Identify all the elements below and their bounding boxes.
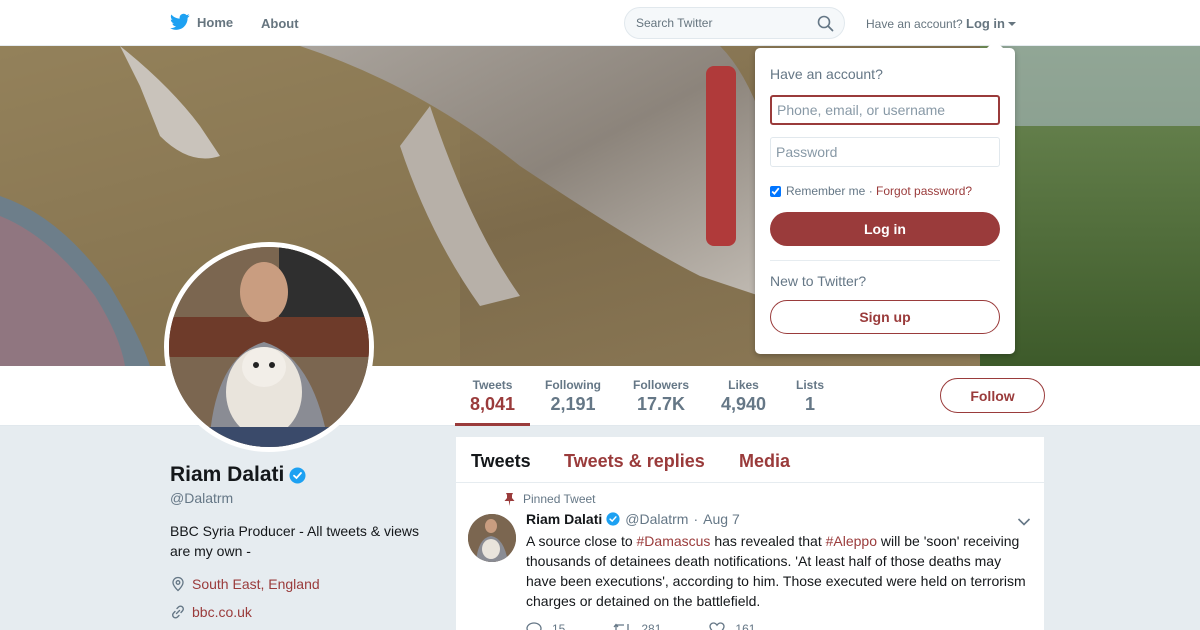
dropdown-arrow <box>987 40 1003 48</box>
nav-about-link[interactable]: About <box>261 16 299 31</box>
hashtag-link[interactable]: #Aleppo <box>826 533 877 549</box>
stat-value: 1 <box>805 394 816 414</box>
reply-count: 15 <box>552 622 566 630</box>
login-dropdown: Have an account? Remember me · Forgot pa… <box>755 40 1015 354</box>
verified-badge-icon <box>289 467 306 483</box>
profile-name-text: Riam Dalati <box>170 463 285 486</box>
signup-button[interactable]: Sign up <box>770 300 1000 334</box>
pin-icon <box>504 492 515 506</box>
search-box <box>624 7 845 39</box>
active-stat-underline <box>455 423 530 426</box>
top-navigation: Home About Have an account? Log in <box>0 0 1200 46</box>
stat-value: 17.7K <box>636 394 686 414</box>
retweet-button[interactable]: 281 <box>613 622 661 630</box>
like-button[interactable]: 161 <box>709 622 755 630</box>
tweet-avatar[interactable] <box>468 514 516 562</box>
search-icon[interactable] <box>817 15 834 32</box>
twitter-bird-icon <box>170 13 190 30</box>
stat-following[interactable]: Following 2,191 <box>545 378 601 415</box>
stat-value: 8,041 <box>470 394 516 414</box>
stat-tweets[interactable]: Tweets 8,041 <box>470 378 515 415</box>
profile-handle[interactable]: @Dalatrm <box>170 490 233 506</box>
tweet-text-part: A source close to <box>526 533 637 549</box>
verified-badge-icon <box>606 512 620 526</box>
new-to-twitter-text: New to Twitter? <box>770 273 867 289</box>
stat-label: Tweets <box>472 378 513 392</box>
stat-likes[interactable]: Likes 4,940 <box>721 378 766 415</box>
website-link[interactable]: bbc.co.uk <box>192 604 252 620</box>
dropdown-divider <box>770 260 1000 261</box>
profile-bio: BBC Syria Producer - All tweets & views … <box>170 523 419 559</box>
nav-home-link[interactable]: Home <box>170 13 233 31</box>
follow-button[interactable]: Follow <box>940 378 1045 413</box>
tab-tweets[interactable]: Tweets <box>471 451 531 472</box>
username-field[interactable] <box>770 95 1000 125</box>
tab-media[interactable]: Media <box>739 451 790 472</box>
stat-followers[interactable]: Followers 17.7K <box>633 378 689 415</box>
stat-value: 4,940 <box>721 394 767 414</box>
chevron-down-icon[interactable] <box>1017 517 1031 527</box>
timeline-tabs: Tweets Tweets & replies Media <box>456 437 1044 483</box>
location-pin-icon <box>172 576 184 592</box>
tweet-header: Riam Dalati @Dalatrm · Aug 7 <box>526 511 740 527</box>
location-text[interactable]: South East, England <box>192 576 320 592</box>
profile-avatar[interactable] <box>164 242 374 452</box>
tweet-text: A source close to #Damascus has revealed… <box>526 531 1032 611</box>
password-field[interactable] <box>770 137 1000 167</box>
retweet-icon <box>613 623 630 630</box>
remember-row: Remember me · Forgot password? <box>770 184 972 198</box>
tab-tweets-and-replies[interactable]: Tweets & replies <box>564 451 705 472</box>
heart-icon <box>709 622 726 630</box>
stat-label: Following <box>545 378 601 392</box>
timeline-panel: Tweets Tweets & replies Media Pinned Twe… <box>456 437 1044 630</box>
profile-name: Riam Dalati <box>170 463 306 487</box>
pinned-label: Pinned Tweet <box>523 492 596 506</box>
tweet-date[interactable]: Aug 7 <box>703 511 740 527</box>
link-icon <box>172 605 184 619</box>
search-input[interactable] <box>636 8 806 38</box>
remember-separator: · <box>865 184 877 198</box>
avatar-photo <box>169 247 369 447</box>
pinned-indicator: Pinned Tweet <box>504 492 596 506</box>
profile-website: bbc.co.uk <box>170 604 252 620</box>
hashtag-link[interactable]: #Damascus <box>637 533 711 549</box>
stat-value: 2,191 <box>550 394 596 414</box>
stat-label: Likes <box>728 378 759 392</box>
reply-button[interactable]: 15 <box>526 622 565 630</box>
login-dropdown-toggle[interactable]: Log in <box>966 16 1016 31</box>
tweet-author-name[interactable]: Riam Dalati <box>526 511 602 527</box>
dropdown-title: Have an account? <box>770 66 883 82</box>
tweet-actions: 15 281 161 <box>526 622 803 630</box>
retweet-count: 281 <box>641 622 662 630</box>
reply-icon <box>526 622 542 630</box>
forgot-password-link[interactable]: Forgot password? <box>876 184 972 198</box>
stat-label: Lists <box>796 378 825 392</box>
login-button[interactable]: Log in <box>770 212 1000 246</box>
profile-location: South East, England <box>170 576 320 592</box>
nav-home-label: Home <box>197 14 234 30</box>
tweet-dot-separator: · <box>693 511 699 527</box>
login-link-label: Log in <box>966 16 1005 31</box>
pinned-tweet[interactable]: Pinned Tweet Riam Dalati @Dalatrm · Aug … <box>456 484 1044 630</box>
remember-me-label: Remember me <box>786 184 866 198</box>
chevron-down-icon <box>1008 22 1016 26</box>
stat-lists[interactable]: Lists 1 <box>796 378 824 415</box>
tweet-avatar-photo <box>468 514 516 562</box>
like-count: 161 <box>735 622 756 630</box>
have-account-text: Have an account? <box>866 17 963 31</box>
stat-label: Followers <box>633 378 690 392</box>
tweet-author-handle[interactable]: @Dalatrm <box>625 511 688 527</box>
remember-me-checkbox[interactable] <box>770 185 781 197</box>
tweet-text-part: has revealed that <box>710 533 826 549</box>
